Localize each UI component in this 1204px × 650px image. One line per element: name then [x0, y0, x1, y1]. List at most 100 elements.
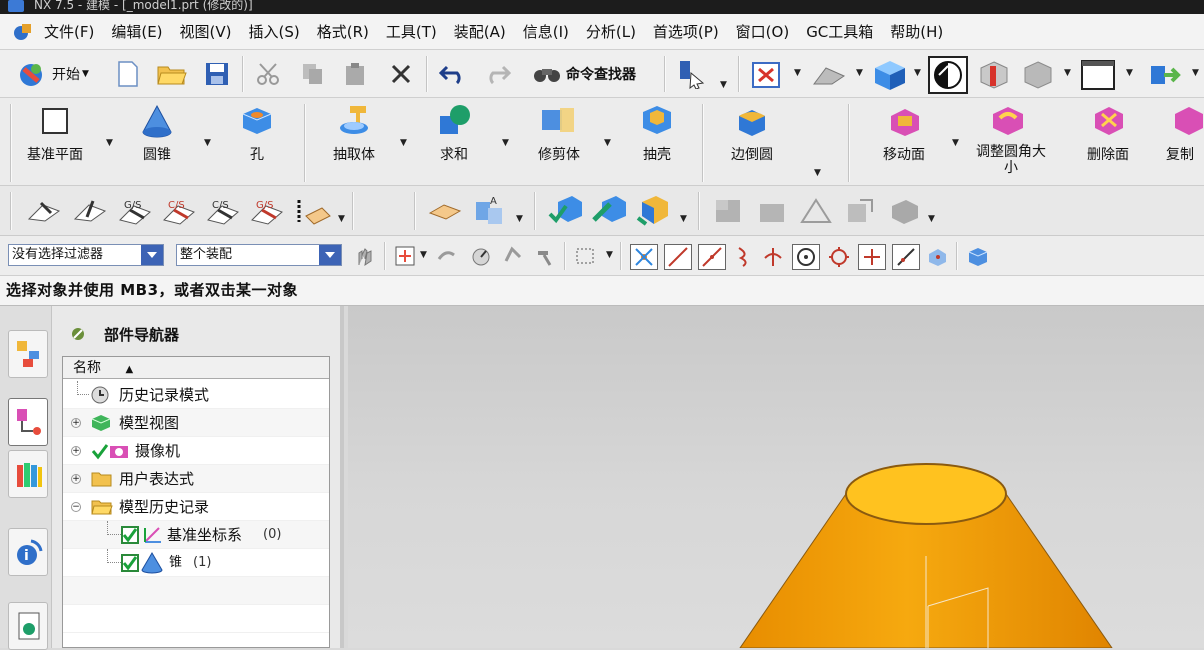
start-button[interactable]: 开始 ▼: [16, 59, 106, 89]
cut-button[interactable]: [254, 60, 284, 88]
chevron-down-icon[interactable]: ▼: [604, 139, 612, 148]
hole-button[interactable]: 孔: [226, 98, 288, 184]
render-style-button[interactable]: [870, 58, 910, 92]
navigator-pin-icon[interactable]: [70, 326, 86, 342]
assembly-navigator-tab[interactable]: [8, 330, 48, 378]
collapse-toggle-icon[interactable]: −: [71, 502, 81, 512]
chevron-down-icon[interactable]: ▼: [814, 169, 822, 178]
chevron-down-icon[interactable]: ▼: [914, 69, 922, 78]
chevron-down-icon[interactable]: ▼: [856, 69, 864, 78]
tree-row-model-history[interactable]: − 模型历史记录: [63, 493, 329, 521]
copy-face-button[interactable]: 复制: [1156, 98, 1204, 184]
menu-insert[interactable]: 插入(S): [249, 21, 300, 42]
tree-row-cone[interactable]: 锥 (1): [63, 549, 329, 577]
chevron-down-icon[interactable]: ▼: [1126, 69, 1134, 78]
tree-row-user-expressions[interactable]: + 用户表达式: [63, 465, 329, 493]
menu-tools[interactable]: 工具(T): [386, 21, 437, 42]
graphics-window[interactable]: [348, 306, 1204, 648]
sync-tool-3-button[interactable]: G/S: [116, 194, 154, 228]
snap-existing-point-button[interactable]: [858, 244, 886, 270]
checkbox-checked-icon[interactable]: [121, 554, 139, 572]
trim-body-button[interactable]: 修剪体: [522, 98, 596, 184]
snap-endpoint-button[interactable]: [664, 244, 692, 270]
menu-gc-toolkit[interactable]: GC工具箱: [806, 21, 873, 42]
select-tool-5-button[interactable]: [532, 244, 558, 268]
menu-edit[interactable]: 编辑(E): [111, 21, 162, 42]
sync-tool-2-button[interactable]: [72, 196, 108, 226]
chevron-down-icon[interactable]: ▼: [928, 215, 936, 224]
wave-link-button[interactable]: [1146, 58, 1184, 92]
sync-tool-9-button[interactable]: A: [470, 192, 510, 230]
chevron-down-icon[interactable]: ▼: [502, 139, 510, 148]
menu-file[interactable]: 文件(F): [44, 21, 94, 42]
chevron-down-icon[interactable]: ▼: [516, 215, 524, 224]
menu-analysis[interactable]: 分析(L): [586, 21, 636, 42]
sync-tool-15-button[interactable]: [798, 194, 834, 228]
view-orient-button[interactable]: [808, 60, 848, 90]
menu-format[interactable]: 格式(R): [317, 21, 369, 42]
sync-tool-12-button[interactable]: [634, 192, 674, 230]
select-all-button[interactable]: [392, 244, 418, 268]
extract-body-button[interactable]: 抽取体: [316, 98, 392, 184]
sync-tool-4-button[interactable]: C/S: [160, 194, 198, 228]
delete-button[interactable]: [386, 60, 416, 88]
new-file-button[interactable]: [114, 60, 142, 88]
unite-button[interactable]: 求和: [420, 98, 488, 184]
cone-model[interactable]: [348, 306, 1204, 648]
gauge-button[interactable]: [468, 244, 494, 268]
cone-button[interactable]: 圆锥: [124, 98, 190, 184]
snap-all-button[interactable]: [630, 244, 658, 270]
sync-tool-14-button[interactable]: [754, 194, 790, 228]
sync-tool-7-button[interactable]: [294, 194, 334, 228]
sync-tool-1-button[interactable]: [26, 196, 62, 226]
type-filter-select[interactable]: 没有选择过滤器: [8, 244, 164, 266]
redo-button[interactable]: [480, 60, 514, 88]
sync-tool-16-button[interactable]: [842, 194, 878, 228]
sync-tool-5-button[interactable]: C/S: [204, 194, 242, 228]
reselect-button[interactable]: [434, 244, 460, 268]
snap-intersection-button[interactable]: [760, 244, 786, 270]
chevron-down-icon[interactable]: ▼: [794, 69, 802, 78]
snap-midpoint-button[interactable]: [698, 244, 726, 270]
touch-mode-button[interactable]: [674, 58, 710, 90]
chevron-down-icon[interactable]: ▼: [420, 251, 428, 260]
hidden-edge-button[interactable]: [1020, 58, 1056, 92]
chevron-down-icon[interactable]: ▼: [680, 215, 688, 224]
sync-tool-11-button[interactable]: [590, 192, 630, 230]
expand-toggle-icon[interactable]: +: [71, 446, 81, 456]
menu-view[interactable]: 视图(V): [180, 21, 232, 42]
tree-row-cameras[interactable]: + 摄像机: [63, 437, 329, 465]
snap-control-button[interactable]: [732, 244, 756, 270]
chevron-down-icon[interactable]: ▼: [400, 139, 408, 148]
reuse-library-tab[interactable]: [8, 450, 48, 498]
chevron-down-icon[interactable]: ▼: [338, 215, 346, 224]
move-face-button[interactable]: 移动面: [866, 98, 942, 184]
datum-plane-button[interactable]: 基准平面: [18, 98, 92, 184]
background-button[interactable]: [1078, 58, 1118, 92]
sync-tool-10-button[interactable]: [546, 192, 586, 230]
command-finder-button[interactable]: 命令查找器: [532, 60, 662, 88]
column-header-name[interactable]: 名称 ▲: [63, 357, 329, 379]
selection-scope-select[interactable]: 整个装配: [176, 244, 342, 266]
chevron-down-icon[interactable]: ▼: [204, 139, 212, 148]
undo-button[interactable]: [436, 60, 470, 88]
chevron-down-icon[interactable]: ▼: [106, 139, 114, 148]
resize-blend-button[interactable]: 调整圆角大小: [964, 98, 1052, 184]
menu-help[interactable]: 帮助(H): [890, 21, 943, 42]
menu-preferences[interactable]: 首选项(P): [653, 21, 719, 42]
menu-information[interactable]: 信息(I): [523, 21, 569, 42]
tree-row-datum-csys[interactable]: 基准坐标系 (0): [63, 521, 329, 549]
general-select-button[interactable]: [350, 244, 378, 268]
menu-assembly[interactable]: 装配(A): [454, 21, 506, 42]
chevron-down-icon[interactable]: ▼: [952, 139, 960, 148]
save-button[interactable]: [202, 60, 232, 88]
snap-on-curve-button[interactable]: [892, 244, 920, 270]
snap-on-face-button[interactable]: [924, 244, 950, 270]
select-tool-4-button[interactable]: [500, 244, 526, 268]
paste-button[interactable]: [340, 60, 370, 88]
tree-row-history-mode[interactable]: 历史记录模式: [63, 381, 329, 409]
internet-explorer-tab[interactable]: i: [8, 528, 48, 576]
snap-arc-center-button[interactable]: [792, 244, 820, 270]
section-view-button[interactable]: [976, 58, 1012, 92]
fit-view-button[interactable]: [750, 60, 782, 90]
